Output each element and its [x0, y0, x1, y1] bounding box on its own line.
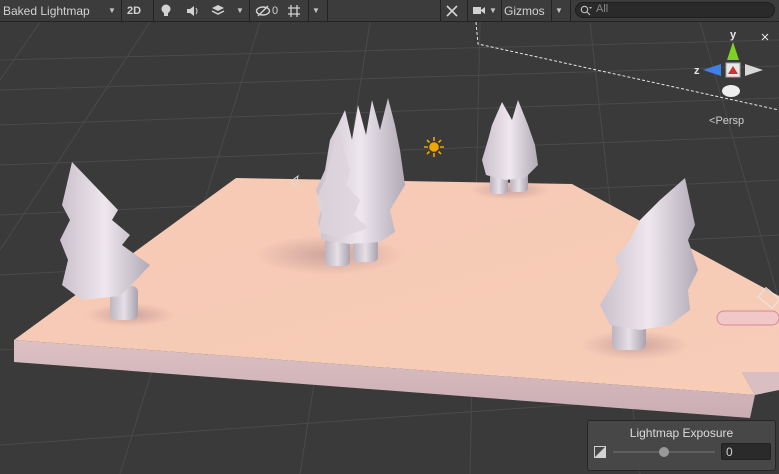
toggle-2d-button[interactable]: 2D: [127, 0, 149, 21]
tree-pair-back[interactable]: [482, 100, 538, 194]
draw-mode-dropdown[interactable]: Baked Lightmap ▼: [3, 0, 118, 21]
scene-toolbar: Baked Lightmap ▼ 2D ▼ 0 ▼ ▼ Gizmos ▼ All: [0, 0, 779, 22]
search-input: All: [596, 3, 609, 15]
overlay-title: Lightmap Exposure: [629, 426, 734, 440]
grid-toggle[interactable]: [287, 0, 305, 21]
sun-icon[interactable]: [424, 137, 444, 157]
tree-left[interactable]: [60, 162, 150, 320]
lighting-toggle[interactable]: [160, 0, 178, 21]
grid-icon: [288, 4, 300, 17]
scene-visibility-toggle[interactable]: 0: [255, 0, 283, 21]
speaker-icon: [187, 5, 198, 16]
audio-toggle[interactable]: [186, 0, 204, 21]
scene-view-window: y z <Persp Baked Lightmap ▼ 2D ▼ 0 ▼ ▼ G…: [0, 0, 779, 474]
projection-toggle[interactable]: <Persp: [709, 115, 744, 127]
gizmos-dropdown[interactable]: ▼: [555, 0, 567, 21]
effects-toggle[interactable]: [211, 0, 229, 21]
scene-viewport[interactable]: y z: [0, 22, 779, 474]
eye-slash-icon: [255, 5, 271, 16]
slider-thumb[interactable]: [659, 447, 669, 457]
caret-down-icon: ▼: [312, 6, 320, 15]
toggle-2d-label: 2D: [127, 4, 142, 17]
grid-dropdown[interactable]: ▼: [312, 0, 324, 21]
search-field[interactable]: All: [575, 2, 775, 18]
z-axis-label: z: [694, 65, 700, 77]
caret-down-icon: ▼: [236, 6, 244, 15]
exposure-slider[interactable]: [613, 446, 715, 458]
camera-settings-button[interactable]: [472, 0, 488, 21]
lightmap-exposure-overlay: Lightmap Exposure: [587, 420, 776, 471]
gizmos-label: Gizmos: [504, 3, 545, 18]
draw-mode-label: Baked Lightmap: [3, 3, 90, 18]
caret-down-icon: ▼: [555, 6, 563, 15]
projection-label: Persp: [715, 115, 745, 127]
tools-toggle[interactable]: [445, 0, 463, 21]
caret-down-icon: ▼: [489, 6, 497, 15]
tools-icon: [446, 4, 458, 17]
camera-dropdown[interactable]: ▼: [489, 0, 499, 21]
camera-icon: [473, 7, 485, 14]
exposure-icon: [594, 446, 606, 458]
caret-down-icon: ▼: [108, 6, 116, 15]
light-bulb-icon: [161, 4, 171, 16]
fx-layers-icon: [211, 5, 225, 15]
hidden-count: 0: [272, 4, 279, 17]
y-axis-label: y: [730, 29, 737, 41]
search-icon: [580, 5, 592, 16]
exposure-value-field[interactable]: [721, 443, 771, 460]
effects-dropdown[interactable]: ▼: [236, 0, 246, 21]
gizmos-button[interactable]: Gizmos: [504, 0, 550, 21]
